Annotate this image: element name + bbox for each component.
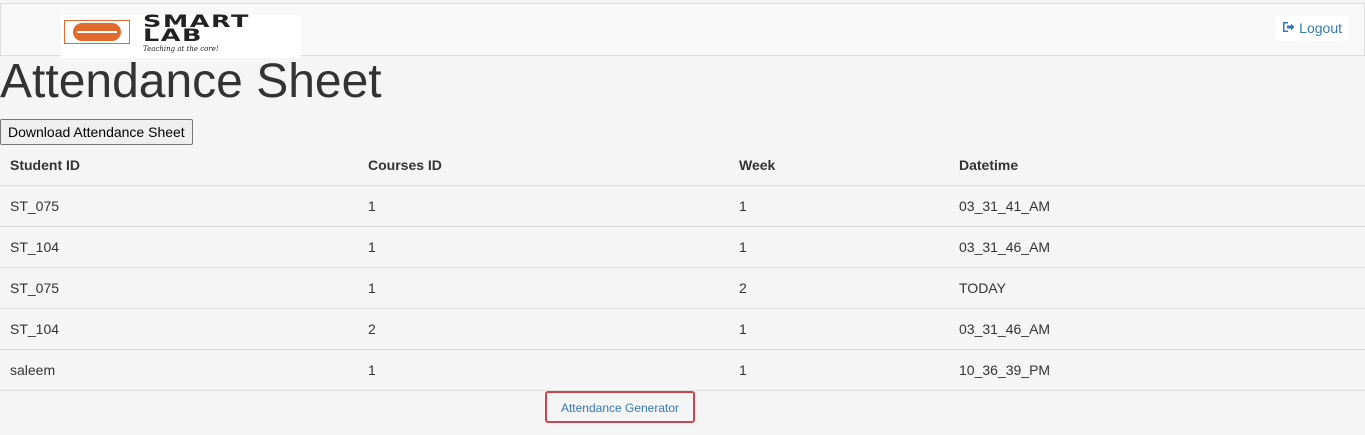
- table-row: ST_104 2 1 03_31_46_AM: [0, 308, 1365, 350]
- logo-wordmark: SMART LAB: [143, 12, 250, 46]
- column-header-week: Week: [723, 145, 951, 186]
- cell-week: 1: [723, 308, 951, 350]
- cell-student-id: ST_075: [0, 267, 350, 309]
- cell-datetime: 03_31_46_AM: [951, 308, 1365, 350]
- table-row: ST_075 1 1 03_31_41_AM: [0, 185, 1365, 227]
- cell-student-id: ST_104: [0, 226, 350, 268]
- cell-student-id: ST_104: [0, 308, 350, 350]
- top-navbar: SMART LAB Teaching at the core! Logout: [0, 3, 1365, 58]
- column-header-datetime: Datetime: [951, 145, 1365, 186]
- attendance-table: Student ID Courses ID Week Datetime ST_0…: [0, 145, 1365, 391]
- cell-datetime: TODAY: [951, 267, 1365, 309]
- cell-week: 1: [723, 226, 951, 268]
- cell-courses-id: 1: [350, 226, 723, 268]
- cell-week: 1: [723, 349, 951, 391]
- cell-week: 1: [723, 185, 951, 227]
- logout-label: Logout: [1299, 20, 1342, 36]
- cell-datetime: 03_31_46_AM: [951, 226, 1365, 268]
- cell-datetime: 03_31_41_AM: [951, 185, 1365, 227]
- column-header-student-id: Student ID: [0, 145, 350, 186]
- table-row: saleem 1 1 10_36_39_PM: [0, 349, 1365, 391]
- page-title: Attendance Sheet: [0, 55, 382, 108]
- cell-week: 2: [723, 267, 951, 309]
- logo-tagline: Teaching at the core!: [143, 45, 219, 53]
- cell-courses-id: 1: [350, 349, 723, 391]
- cell-courses-id: 2: [350, 308, 723, 350]
- smart-lab-logo[interactable]: SMART LAB Teaching at the core!: [61, 12, 301, 58]
- table-header-row: Student ID Courses ID Week Datetime: [0, 145, 1365, 186]
- sign-out-icon: [1282, 16, 1295, 41]
- cell-student-id: saleem: [0, 349, 350, 391]
- column-header-courses-id: Courses ID: [350, 145, 723, 186]
- cell-student-id: ST_075: [0, 185, 350, 227]
- cell-courses-id: 1: [350, 267, 723, 309]
- attendance-generator-button[interactable]: Attendance Generator: [545, 391, 695, 423]
- logout-link[interactable]: Logout: [1276, 16, 1348, 41]
- table-row: ST_075 1 2 TODAY: [0, 267, 1365, 309]
- cell-courses-id: 1: [350, 185, 723, 227]
- cell-datetime: 10_36_39_PM: [951, 349, 1365, 391]
- download-attendance-button[interactable]: Download Attendance Sheet: [0, 119, 193, 145]
- logo-mark-icon: [64, 20, 130, 44]
- table-row: ST_104 1 1 03_31_46_AM: [0, 226, 1365, 268]
